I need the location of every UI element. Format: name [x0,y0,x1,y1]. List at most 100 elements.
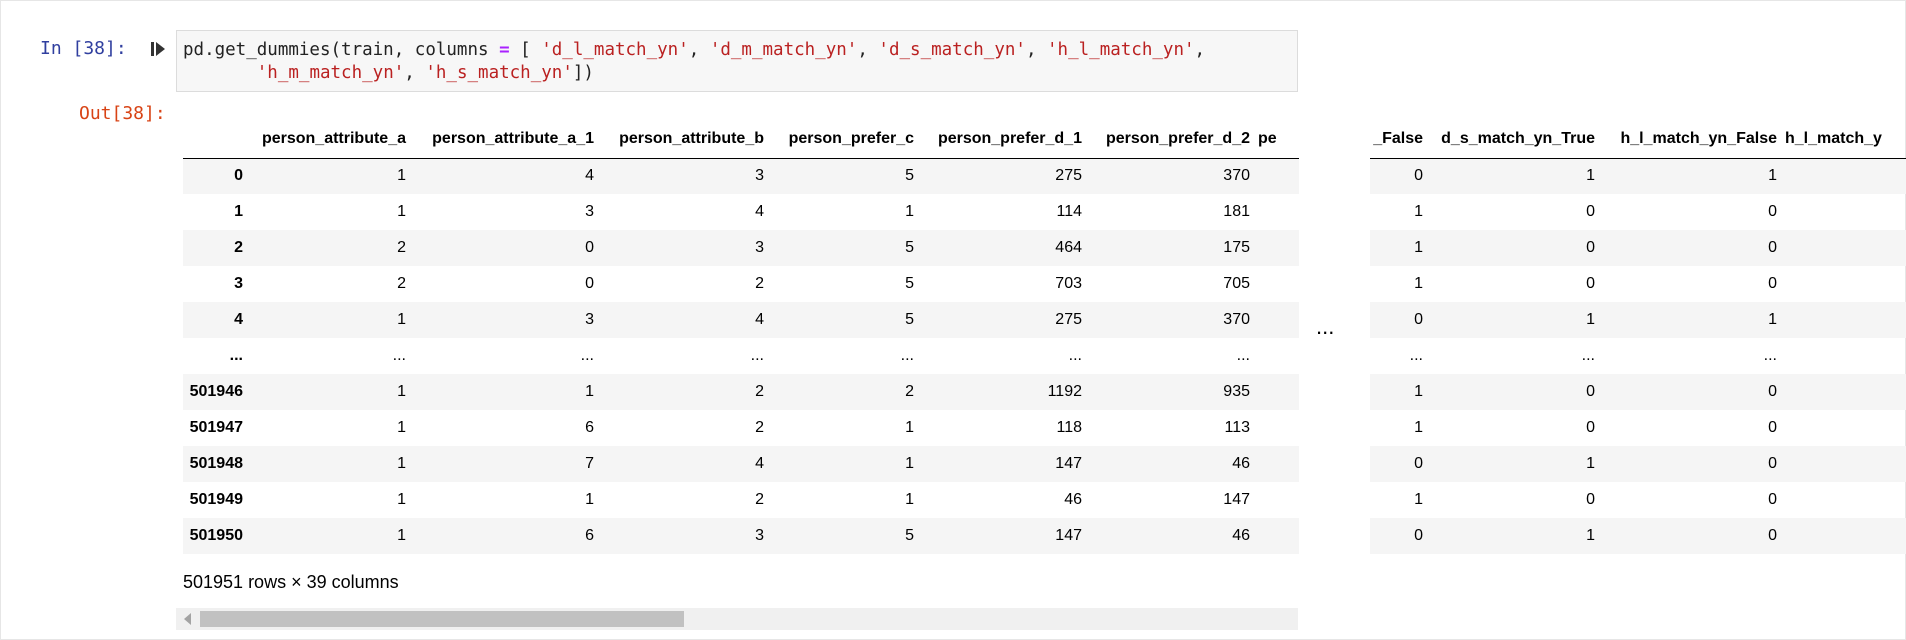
column-header: h_l_match_yn_False [1620,129,1777,147]
table-cell: 4 [585,167,594,185]
table-cell: 464 [1055,239,1082,256]
table-cell: 181 [1223,203,1250,220]
table-row: 501950 1 6 3 5 147 46 [183,518,1299,554]
horizontal-scrollbar[interactable] [176,608,1298,630]
column-header: person_attribute_b [619,129,764,147]
table-cell: 1 [1768,311,1777,328]
table-cell: 1 [1586,527,1595,544]
table-cell: 0 [1768,239,1777,256]
column-header: person_prefer_d_2 [1105,129,1250,147]
table-cell: 1 [1586,167,1595,185]
column-header: pe [1258,129,1277,147]
table-cell [1785,446,1906,482]
table-cell: 1 [1414,383,1423,400]
dataframe-shape: 501951 rows × 39 columns [183,572,399,592]
table-cell: 370 [1223,167,1250,185]
table-row: 0 1 0 [1370,446,1906,482]
table-cell: 1 [397,383,406,400]
code-text: , [404,63,426,83]
row-index: 501946 [189,383,243,400]
table-cell: 1 [397,419,406,436]
table-cell: 703 [1055,275,1082,292]
table-row: 1 0 0 [1370,266,1906,302]
table-cell: 0 [1768,203,1777,220]
table-row: 501946 1 1 2 2 1192 935 [183,374,1299,410]
table-row: 1 1 3 4 1 114 181 [183,194,1299,230]
run-cell-icon[interactable] [150,40,166,58]
code-string: 'd_s_match_yn' [878,40,1026,60]
table-cell [1785,338,1906,374]
table-row: 0 1 0 [1370,518,1906,554]
output-prompt: Out[38]: [79,103,166,124]
arrow-left-icon[interactable] [184,613,191,625]
code-editor[interactable]: pd.get_dummies(train, columns = [ 'd_l_m… [176,30,1298,92]
table-cell: 1 [1586,455,1595,472]
table-cell: ... [1763,347,1777,364]
table-cell: ... [750,347,764,364]
table-row: ..................... [183,338,1299,374]
dataframe-table-left: person_attribute_a person_attribute_a_1 pe… [183,120,1299,554]
row-index: 0 [234,167,243,185]
input-prompt: In [38]: [40,38,127,59]
table-cell: 5 [905,311,914,328]
table-cell: 0 [1586,275,1595,292]
table-cell: 935 [1223,383,1250,400]
table-cell: 0 [585,239,594,256]
table-cell: 46 [1232,455,1250,472]
table-cell [1785,230,1906,266]
code-string: 'h_m_match_yn' [256,63,405,83]
table-cell: 0 [1768,491,1777,508]
table-cell [1785,518,1906,554]
table-cell: 0 [1586,239,1595,256]
table-cell [1785,482,1906,518]
table-row: 2 2 0 3 5 464 175 [183,230,1299,266]
scrollbar-thumb[interactable] [200,611,684,627]
row-index: ... [229,347,243,364]
table-cell: 1 [397,167,406,185]
dataframe-right-view: _False d_s_match_yn_True h_l_match_yn_Fals… [1370,120,1906,560]
table-cell: 118 [1056,419,1082,436]
table-cell: 0 [1768,383,1777,400]
table-cell: 2 [755,275,764,292]
dataframe-left-view: person_attribute_a person_attribute_a_1 pe… [183,120,1299,560]
column-header: person_attribute_a [261,129,406,147]
table-cell: 3 [755,167,764,185]
table-cell [1258,518,1299,554]
table-cell: 705 [1223,275,1250,292]
column-header: d_s_match_yn_True [1441,129,1595,147]
table-cell: 2 [755,419,764,436]
dataframe-table-right: _False d_s_match_yn_True h_l_match_yn_Fals… [1370,120,1906,554]
table-cell: 0 [585,275,594,292]
table-cell: 4 [755,455,764,472]
table-cell: 1 [905,203,914,220]
table-cell: 1 [585,383,594,400]
column-header: person_prefer_c [788,129,914,147]
row-index: 4 [234,311,243,328]
table-cell [1258,266,1299,302]
table-row: 0 1 1 [1370,302,1906,338]
code-text: [ [509,40,542,60]
table-row: 1 0 0 [1370,194,1906,230]
table-cell [1258,374,1299,410]
table-cell: 1 [905,419,914,436]
table-cell: 46 [1064,491,1082,508]
table-cell: 0 [1768,527,1777,544]
column-header: person_attribute_a_1 [432,129,594,147]
code-text: , [857,40,879,60]
row-index: 501949 [189,491,243,508]
table-cell: 2 [755,383,764,400]
row-index: 501947 [189,419,243,436]
table-cell: 5 [905,275,914,292]
table-cell [1258,158,1299,194]
table-cell: 7 [585,455,594,472]
table-cell [1258,338,1299,374]
table-cell: 1 [1768,167,1777,185]
table-cell: 3 [585,203,594,220]
columns-ellipsis: ... [1316,314,1335,339]
table-cell: 1192 [1047,383,1082,400]
column-header: person_prefer_d_1 [937,129,1082,147]
column-header: h_l_match_y [1785,129,1882,147]
table-cell: 0 [1586,203,1595,220]
table-cell [1258,446,1299,482]
table-cell: 114 [1056,203,1082,220]
